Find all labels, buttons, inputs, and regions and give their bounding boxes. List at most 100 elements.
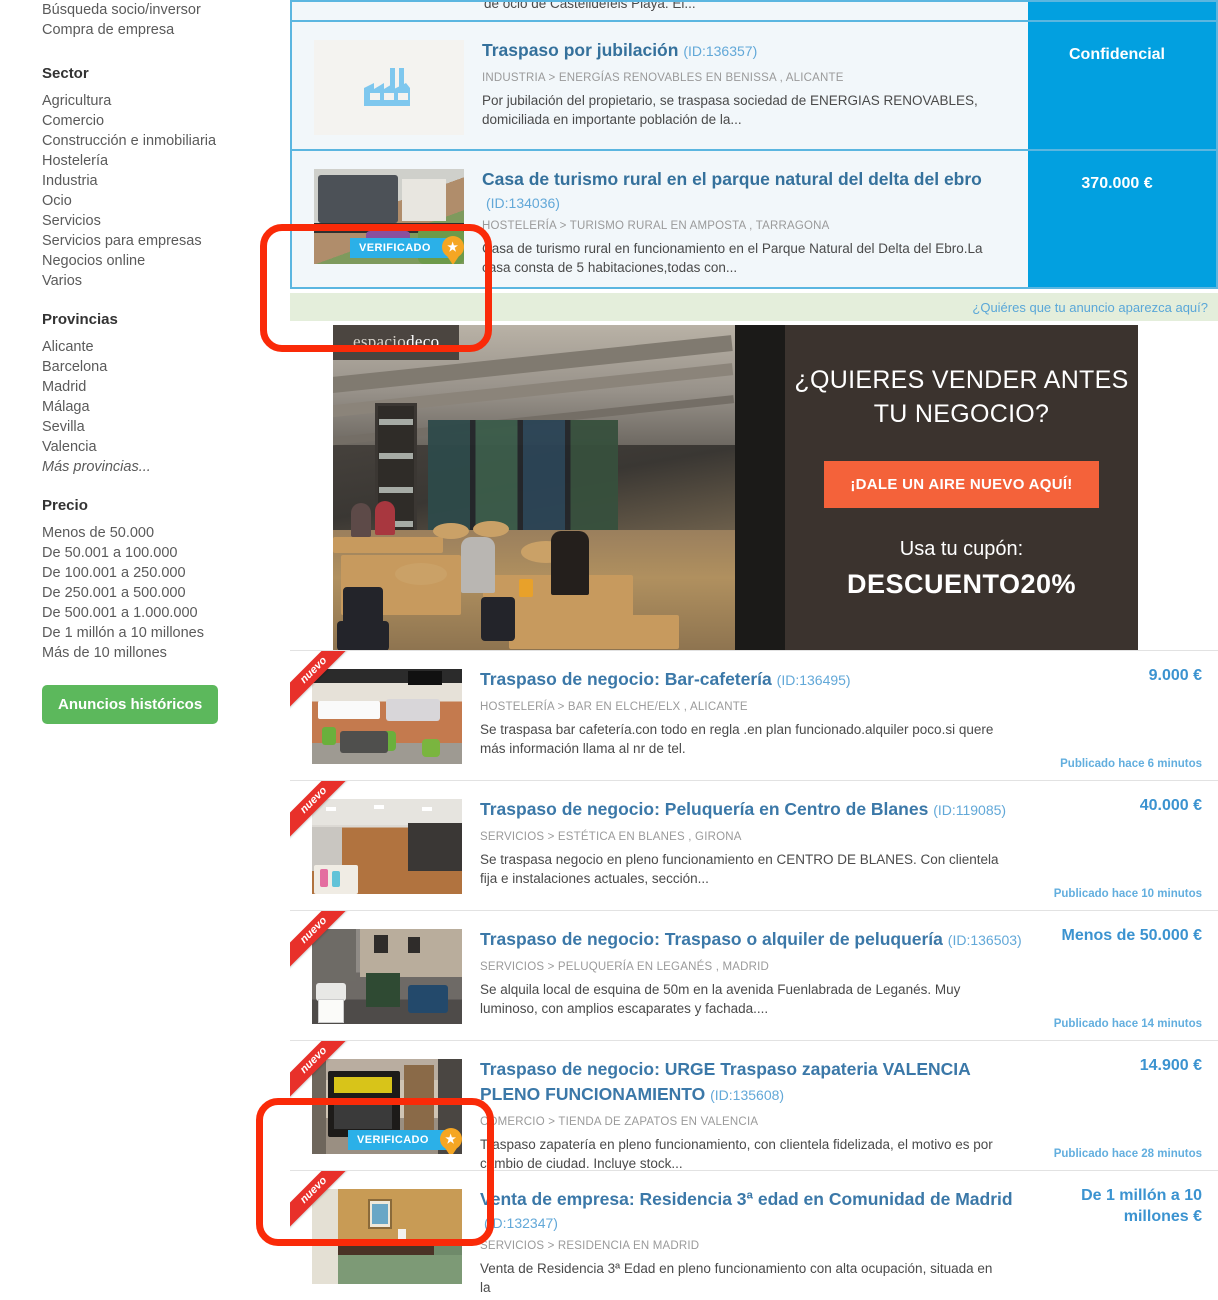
listing-description: Se traspasa negocio en pleno funcionamie… [480, 852, 999, 886]
banner-cta-button[interactable]: ¡DALE UN AIRE NUEVO AQUÍ! [824, 461, 1099, 508]
sidebar-item-busqueda-socio[interactable]: Búsqueda socio/inversor [42, 0, 290, 20]
person-figure [351, 503, 371, 537]
person-figure [375, 501, 395, 535]
sidebar-item-precio-0[interactable]: Menos de 50.000 [42, 523, 290, 543]
listing-row-zapateria-valencia[interactable]: nuevo VERIFICADO ★ Traspaso de negocio: … [290, 1040, 1218, 1171]
sidebar-top-links: Búsqueda socio/inversor Compra de empres… [42, 0, 290, 40]
sidebar-item-precio-5[interactable]: De 1 millón a 10 millones [42, 623, 290, 643]
listing-published: Publicado hace 6 minutos [1060, 758, 1202, 770]
listing-thumbnail[interactable] [312, 799, 462, 894]
sidebar-item-comercio[interactable]: Comercio [42, 111, 290, 131]
listing-id: (ID:135608) [710, 1087, 785, 1103]
advertisement-banner[interactable]: espaciodeco ¿QUIERES VENDER ANTES TU NEG… [333, 325, 1138, 650]
listing-title[interactable]: Venta de empresa: Residencia 3ª edad en … [480, 1187, 1022, 1212]
sidebar-item-precio-4[interactable]: De 500.001 a 1.000.000 [42, 603, 290, 623]
listing-description: Traspaso zapatería en pleno funcionamien… [480, 1137, 993, 1171]
logo-bold-text: deco [406, 332, 440, 351]
listing-title-text: Traspaso de negocio: Bar-cafetería [480, 669, 772, 689]
sidebar-item-precio-1[interactable]: De 50.001 a 100.000 [42, 543, 290, 563]
listing-id: (ID:132347) [484, 1215, 558, 1231]
listing-title[interactable]: Traspaso de negocio: URGE Traspaso zapat… [480, 1057, 980, 1108]
sidebar-item-servicios[interactable]: Servicios [42, 211, 290, 231]
sidebar-item-barcelona[interactable]: Barcelona [42, 357, 290, 377]
listing-category: HOSTELERÍA > TURISMO RURAL EN AMPOSTA , … [482, 220, 830, 232]
sidebar-item-agricultura[interactable]: Agricultura [42, 91, 290, 111]
listing-description: Se traspasa bar cafetería.con todo en re… [480, 722, 994, 756]
price-panel: De 1 millón a 10 millones € [1034, 1171, 1218, 1300]
listing-category: SERVICIOS > PELUQUERÍA EN LEGANÉS , MADR… [480, 961, 770, 973]
sidebar-item-ocio[interactable]: Ocio [42, 191, 290, 211]
sidebar-item-malaga[interactable]: Málaga [42, 397, 290, 417]
sidebar-item-industria[interactable]: Industria [42, 171, 290, 191]
listing-price: 40.000 € [1139, 797, 1202, 814]
listing-category: COMERCIO > TIENDA DE ZAPATOS EN VALENCIA [480, 1116, 759, 1128]
sidebar-item-precio-6[interactable]: Más de 10 millones [42, 643, 290, 663]
listing-title-text: Venta de empresa: Residencia 3ª edad en … [480, 1189, 1013, 1209]
promo-bar[interactable]: ¿Quiéres que tu anuncio aparezca aquí? [290, 293, 1218, 321]
listing-price: 14.900 € [1139, 1057, 1202, 1074]
page-root: Búsqueda socio/inversor Compra de empres… [0, 0, 1218, 1300]
logo-light-text: espacio [353, 332, 407, 351]
promo-bar-link[interactable]: ¿Quiéres que tu anuncio aparezca aquí? [972, 300, 1208, 315]
listing-title[interactable]: Casa de turismo rural en el parque natur… [482, 167, 1016, 192]
sidebar-item-compra-empresa[interactable]: Compra de empresa [42, 20, 290, 40]
listing-id: (ID:134036) [486, 195, 560, 211]
listing-thumbnail[interactable]: VERIFICADO ★ [314, 169, 464, 264]
listing-description: Por jubilación del propietario, se trasp… [482, 93, 978, 127]
listing-id: (ID:136495) [776, 672, 851, 688]
listing-info: Traspaso de negocio: URGE Traspaso zapat… [480, 1041, 1034, 1171]
anuncios-historicos-button[interactable]: Anuncios históricos [42, 685, 219, 724]
listing-row-bar-cafeteria[interactable]: nuevo Traspaso de negocio: Bar-cafetería [290, 650, 1218, 780]
price-panel-partial [1028, 2, 1216, 20]
listing-info: Casa de turismo rural en el parque natur… [482, 151, 1028, 287]
listing-row-peluqueria-blanes[interactable]: nuevo Traspaso de negocio: Peluquería en… [290, 780, 1218, 910]
listing-price: Confidencial [1068, 46, 1165, 63]
sidebar-item-servicios-empresas[interactable]: Servicios para empresas [42, 231, 290, 251]
listing-title[interactable]: Traspaso por jubilación (ID:136357) [482, 38, 1016, 64]
listing-thumbnail[interactable] [312, 1189, 462, 1284]
listing-price: 9.000 € [1148, 667, 1202, 684]
listing-price: 370.000 € [1081, 175, 1153, 192]
listing-thumbnail[interactable] [312, 929, 462, 1024]
listing-row-peluqueria-leganes[interactable]: nuevo Traspaso de negocio: Traspaso o al… [290, 910, 1218, 1040]
espaciodeco-logo: espaciodeco [333, 325, 460, 360]
price-panel: 9.000 € Publicado hace 6 minutos [1034, 651, 1218, 780]
sidebar-item-negocios-online[interactable]: Negocios online [42, 251, 290, 271]
sidebar-item-construccion[interactable]: Construcción e inmobiliaria [42, 131, 290, 151]
sidebar-item-precio-3[interactable]: De 250.001 a 500.000 [42, 583, 290, 603]
sidebar-item-alicante[interactable]: Alicante [42, 337, 290, 357]
sidebar-item-sevilla[interactable]: Sevilla [42, 417, 290, 437]
sidebar-item-varios[interactable]: Varios [42, 271, 290, 291]
listing-partial-top[interactable]: de ocio de Castelldefels Playa. El... [290, 0, 1218, 20]
listing-category: HOSTELERÍA > BAR EN ELCHE/ELX , ALICANTE [480, 701, 748, 713]
sidebar-item-mas-provincias[interactable]: Más provincias... [42, 457, 290, 477]
seal-icon: ★ [439, 1128, 462, 1154]
listing-title-text: Traspaso de negocio: Traspaso o alquiler… [480, 929, 943, 949]
sidebar-item-valencia[interactable]: Valencia [42, 437, 290, 457]
listing-description: Venta de Residencia 3ª Edad en pleno fun… [480, 1261, 993, 1295]
sidebar-item-hosteleria[interactable]: Hostelería [42, 151, 290, 171]
listing-id: (ID:136357) [683, 43, 758, 59]
factory-icon [364, 67, 410, 106]
listing-title[interactable]: Traspaso de negocio: Peluquería en Centr… [480, 797, 1022, 823]
banner-headline-line2: TU NEGOCIO? [873, 400, 1050, 428]
person-figure [461, 537, 495, 593]
listing-row-featured-turismo-rural[interactable]: VERIFICADO ★ Casa de turismo rural en el… [290, 151, 1218, 289]
listing-title[interactable]: Traspaso de negocio: Traspaso o alquiler… [480, 927, 1022, 953]
sidebar-item-madrid[interactable]: Madrid [42, 377, 290, 397]
price-panel: Confidencial [1028, 22, 1216, 149]
person-figure [551, 531, 589, 595]
filter-sidebar: Búsqueda socio/inversor Compra de empres… [0, 0, 290, 1271]
listing-row-featured-jubilacion[interactable]: Traspaso por jubilación (ID:136357) INDU… [290, 20, 1218, 151]
listing-thumbnail[interactable]: VERIFICADO ★ [312, 1059, 462, 1154]
listing-title-text: Casa de turismo rural en el parque natur… [482, 169, 982, 189]
sidebar-heading-provincias: Provincias [42, 311, 118, 328]
banner-copy: ¿QUIERES VENDER ANTES TU NEGOCIO? ¡DALE … [785, 325, 1138, 650]
sidebar-item-precio-2[interactable]: De 100.001 a 250.000 [42, 563, 290, 583]
price-panel: 40.000 € Publicado hace 10 minutos [1034, 781, 1218, 910]
listing-thumbnail[interactable] [312, 669, 462, 764]
listing-row-residencia-madrid[interactable]: nuevo Venta de empresa: Residencia 3ª ed… [290, 1170, 1218, 1300]
listing-price: Menos de 50.000 € [1061, 927, 1202, 944]
listing-thumbnail[interactable] [314, 40, 464, 135]
listing-title[interactable]: Traspaso de negocio: Bar-cafetería (ID:1… [480, 667, 1022, 693]
